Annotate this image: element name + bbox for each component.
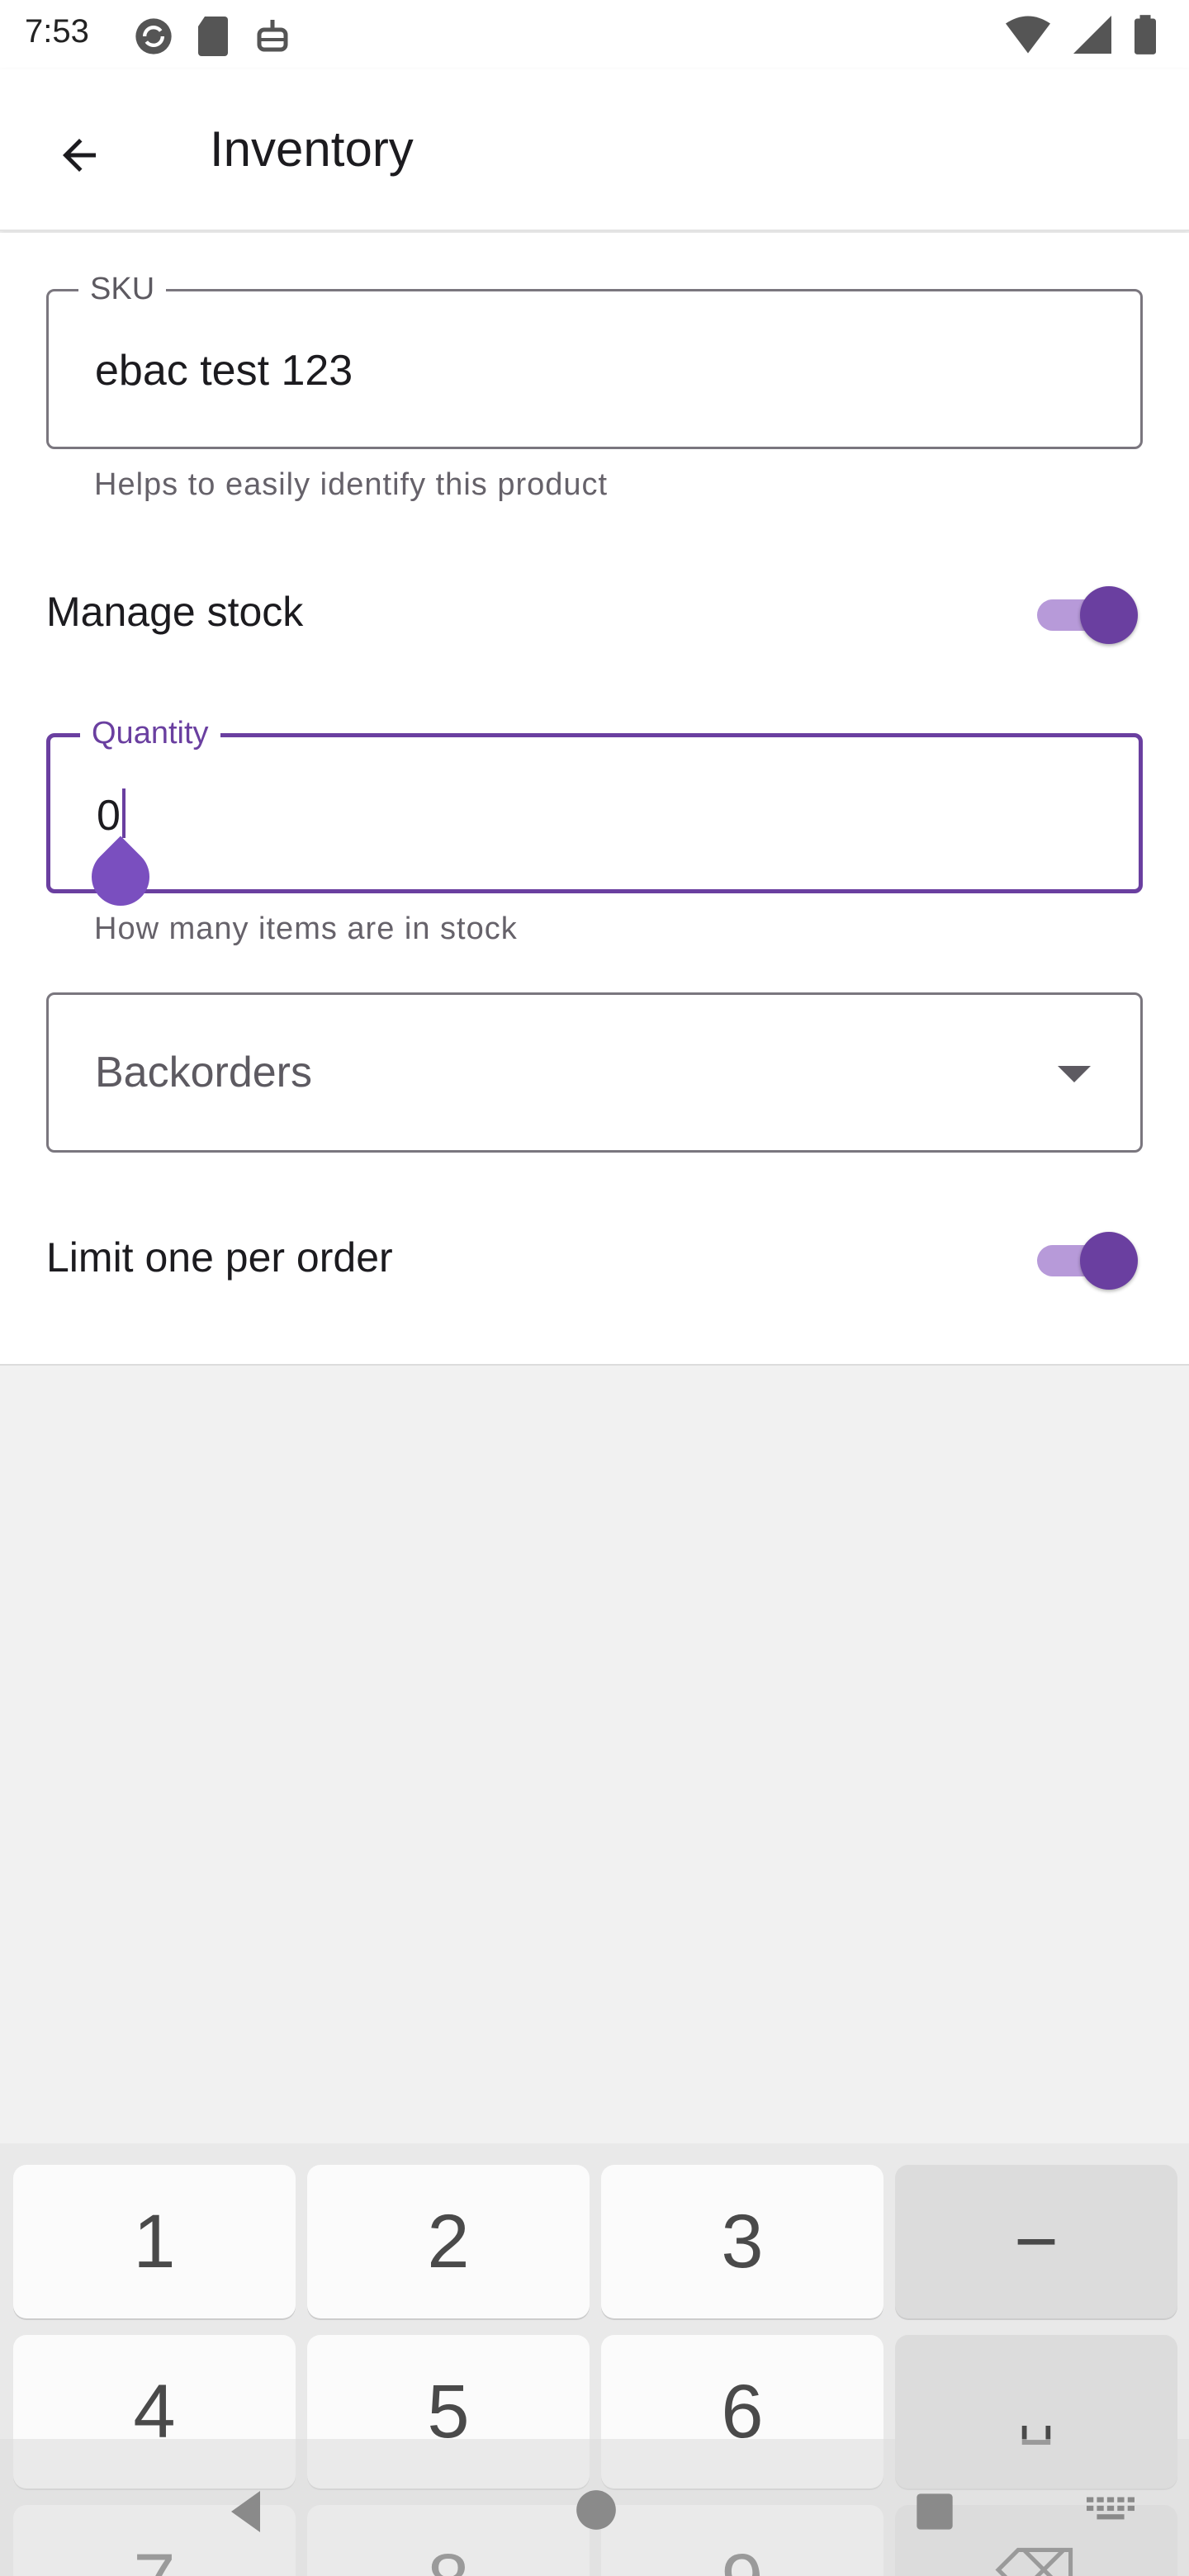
robot-icon <box>257 20 288 52</box>
switch-thumb <box>1080 1232 1138 1290</box>
status-bar: 7:53 <box>0 0 1189 69</box>
manage-stock-label: Manage stock <box>46 589 304 635</box>
system-nav-bar <box>0 2439 1189 2576</box>
status-notification-icons <box>132 15 291 58</box>
limit-one-switch[interactable] <box>1037 1227 1138 1293</box>
app-bar: Inventory <box>0 69 1189 231</box>
back-button[interactable] <box>38 114 121 197</box>
sync-icon <box>135 18 172 54</box>
arrow-back-icon <box>63 139 96 172</box>
keyboard-switch-icon[interactable] <box>1087 2497 1135 2522</box>
backorders-dropdown[interactable]: Backorders <box>46 992 1143 1153</box>
backorders-placeholder: Backorders <box>95 1049 312 1096</box>
wifi-icon <box>1006 16 1050 54</box>
key-1[interactable]: 1 <box>13 2165 296 2318</box>
switch-thumb <box>1080 586 1138 644</box>
inventory-form: SKU ebac test 123 Helps to easily identi… <box>0 233 1189 1366</box>
key-minus[interactable]: − <box>895 2165 1177 2318</box>
nav-recents-icon[interactable] <box>913 2490 956 2533</box>
nav-home-icon[interactable] <box>575 2488 618 2531</box>
manage-stock-switch[interactable] <box>1037 581 1138 647</box>
sku-label: SKU <box>78 270 167 308</box>
page-title: Inventory <box>210 121 414 177</box>
sd-card-icon <box>198 17 228 56</box>
sku-helper-text: Helps to easily identify this product <box>94 467 609 502</box>
quantity-field[interactable]: Quantity 0 <box>46 714 1143 918</box>
sku-value: ebac test 123 <box>95 347 353 395</box>
quantity-value: 0 <box>97 792 121 840</box>
quantity-value-wrap: 0 <box>97 788 126 841</box>
key-2[interactable]: 2 <box>307 2165 590 2318</box>
signal-icon <box>1073 16 1111 54</box>
battery-icon <box>1135 15 1156 54</box>
status-system-icons <box>1006 15 1156 54</box>
quantity-label: Quantity <box>80 714 220 752</box>
cursor-handle[interactable] <box>79 836 162 918</box>
dropdown-arrow-icon <box>1058 1066 1091 1082</box>
status-time: 7:53 <box>25 13 89 50</box>
sku-field[interactable]: SKU ebac test 123 <box>46 270 1143 449</box>
text-cursor <box>121 788 126 838</box>
nav-back-icon[interactable] <box>223 2487 272 2536</box>
key-3[interactable]: 3 <box>601 2165 883 2318</box>
limit-one-label: Limit one per order <box>46 1234 393 1281</box>
quantity-helper-text: How many items are in stock <box>94 912 518 946</box>
